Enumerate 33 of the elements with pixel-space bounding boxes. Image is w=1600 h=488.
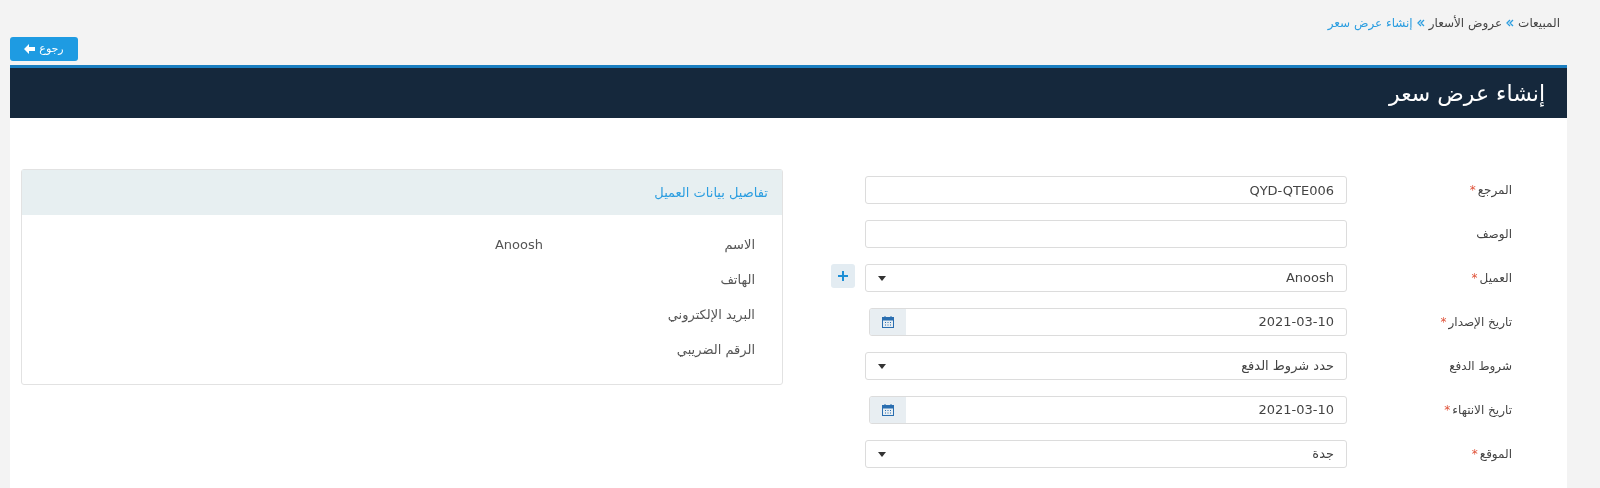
breadcrumb-item[interactable]: عروض الأسعار xyxy=(1428,14,1503,32)
detail-label: الهاتف xyxy=(719,271,755,289)
select-field[interactable]: Anoosh xyxy=(865,264,1347,292)
field-label: الموقع * xyxy=(1470,446,1512,463)
detail-label: الاسم xyxy=(723,236,755,255)
text-field[interactable]: QYD-QTE006 xyxy=(865,176,1347,204)
detail-value: Anoosh xyxy=(494,236,543,254)
calendar-icon xyxy=(882,404,894,416)
field-label: شروط الدفع xyxy=(1448,358,1512,375)
field-label: تاريخ الإصدار * xyxy=(1439,314,1512,331)
select-field[interactable]: حدد شروط الدفع xyxy=(865,352,1347,380)
caret-icon xyxy=(878,275,886,281)
card-title: تفاصيل بيانات العميل xyxy=(654,183,768,202)
field-label: الوصف xyxy=(1475,226,1512,243)
arrow-left-icon xyxy=(24,44,36,54)
chevron-icon xyxy=(1506,19,1515,27)
add-button[interactable] xyxy=(831,264,855,288)
caret-icon xyxy=(878,363,886,369)
select-field[interactable]: جدة xyxy=(865,440,1347,468)
field-label: تاريخ الانتهاء * xyxy=(1443,402,1512,419)
field-label: المرجع * xyxy=(1468,182,1512,199)
caret-icon xyxy=(878,451,886,457)
chevron-icon xyxy=(1416,19,1425,27)
text-field[interactable] xyxy=(865,220,1347,248)
calendar-icon xyxy=(882,316,894,328)
panel-title: إنشاء عرض سعر xyxy=(1389,79,1545,109)
date-field[interactable]: 2021-03-10 xyxy=(869,396,1347,424)
detail-label: الرقم الضريبي xyxy=(675,341,755,360)
plus-icon xyxy=(838,271,848,281)
breadcrumb-item[interactable]: المبيعات xyxy=(1518,14,1560,32)
field-label: العميل * xyxy=(1470,270,1512,287)
date-field[interactable]: 2021-03-10 xyxy=(869,308,1347,336)
detail-label: البريد الإلكتروني xyxy=(666,306,755,325)
